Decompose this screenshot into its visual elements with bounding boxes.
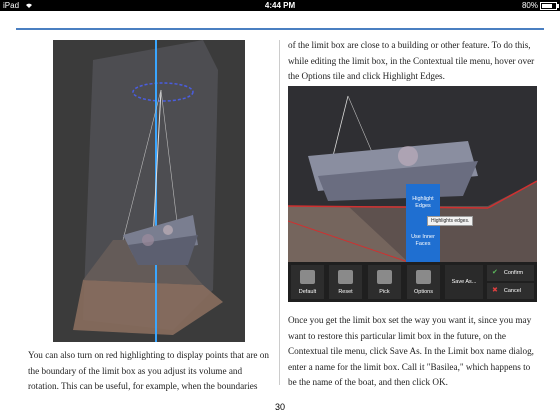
tile-label-options: Options [414, 289, 433, 295]
tile-label-default: Default [298, 289, 317, 295]
figure-options-menu-screenshot: Highlight Edges Use Inner Faces Highligh… [288, 86, 537, 302]
tile-label-save-as: Save As... [451, 279, 477, 285]
tile-label-pick: Pick [379, 289, 390, 295]
contextual-tile-menu: Default Reset Pick Options Save As... ✔ C… [288, 262, 537, 302]
confirm-label: Confirm [503, 270, 524, 276]
checkmark-icon: ✔ [492, 269, 498, 276]
body-paragraph-right-top: of the limit box are close to a building… [288, 40, 535, 81]
highlight-label-line1: Highlight [412, 196, 434, 202]
menu-item-highlight-edges[interactable]: Highlight Edges [406, 196, 440, 210]
tile-options[interactable]: Options [407, 265, 440, 299]
cube-icon [300, 270, 315, 284]
column-divider [279, 40, 280, 385]
body-paragraph-left: You can also turn on red highlighting to… [28, 350, 269, 391]
tile-default[interactable]: Default [291, 265, 324, 299]
cross-icon: ✖ [492, 287, 498, 294]
battery-fill [542, 4, 553, 8]
tile-label-reset: Reset [338, 289, 353, 295]
status-bar: iPad 4:44 PM 80% [0, 0, 560, 11]
header-rule [16, 28, 544, 30]
tile-save-as[interactable]: Save As... [445, 265, 483, 299]
body-paragraph-right-bottom: Once you get the limit box set the way y… [288, 315, 534, 387]
confirm-button[interactable]: ✔ Confirm [487, 265, 534, 281]
pick-cursor-icon [377, 270, 392, 284]
figure-limit-box-boat [53, 40, 245, 342]
tile-reset[interactable]: Reset [329, 265, 362, 299]
page-number: 30 [274, 402, 285, 412]
menu-item-use-inner-faces[interactable]: Use Inner Faces [406, 234, 440, 248]
battery-percent: 80% [521, 1, 538, 10]
cancel-label: Cancel [503, 288, 521, 294]
inner-label-line2: Faces [415, 241, 431, 247]
highlight-label-line2: Edges [415, 203, 431, 209]
cancel-button[interactable]: ✖ Cancel [487, 283, 534, 299]
battery-nub [557, 4, 559, 8]
tile-pick[interactable]: Pick [368, 265, 401, 299]
status-time: 4:44 PM [264, 1, 296, 10]
reset-icon [338, 270, 353, 284]
battery-icon [540, 2, 559, 10]
inner-label-line1: Use Inner [411, 234, 435, 240]
gear-icon [416, 270, 431, 284]
tooltip: Highlights edges. [427, 216, 474, 226]
